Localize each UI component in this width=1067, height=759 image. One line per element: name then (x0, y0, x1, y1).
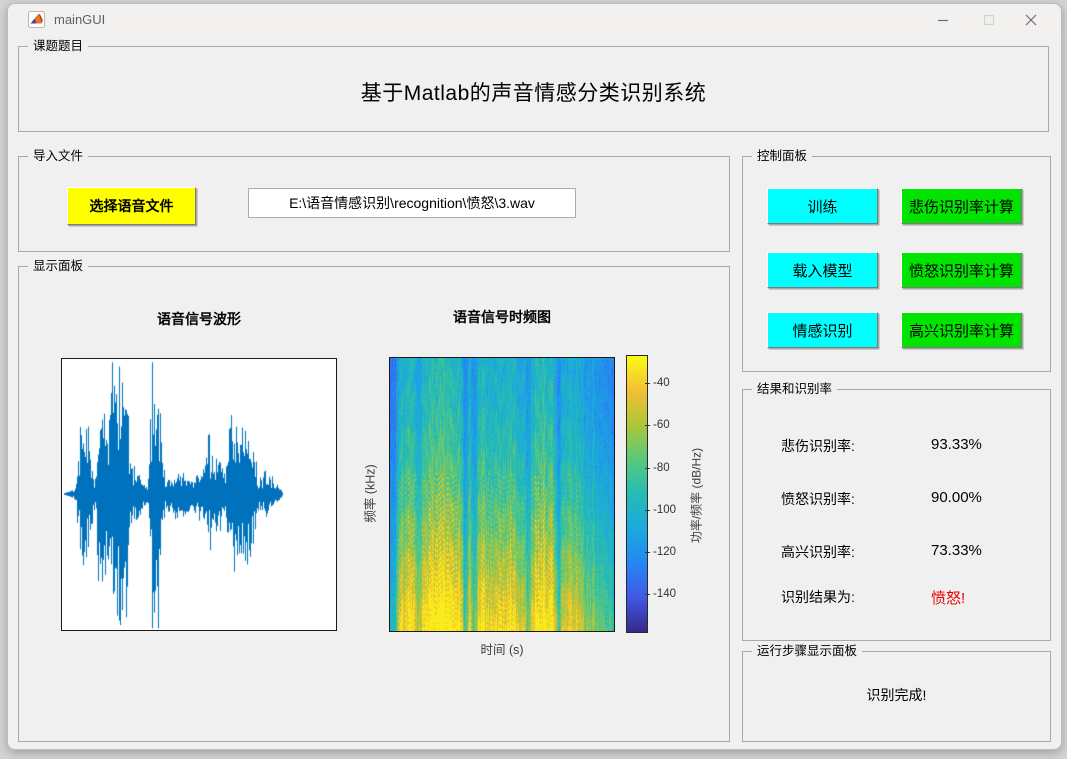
load-model-button[interactable]: 载入模型 (767, 252, 878, 288)
colorbar-tick: -40 (645, 377, 670, 389)
spectrogram-canvas (390, 358, 614, 631)
result-label: 高兴识别率: (781, 544, 855, 560)
result-label: 愤怒识别率: (781, 491, 855, 507)
waveform-plot (61, 358, 337, 631)
matlab-icon (28, 11, 45, 28)
recognition-result-value: 愤怒! (931, 590, 966, 607)
spectrogram-plot (389, 357, 615, 632)
colorbar-axis-label: 功率/频率 (dB/Hz) (689, 447, 704, 544)
angry-rate-button[interactable]: 愤怒识别率计算 (901, 252, 1022, 288)
close-icon (1025, 14, 1037, 25)
minimize-icon (938, 19, 948, 21)
result-value: 93.33% (931, 436, 982, 453)
time-axis-label: 时间 (s) (480, 643, 524, 657)
colorbar (626, 355, 648, 633)
maximize-button[interactable] (969, 4, 1009, 35)
window-title: mainGUI (54, 12, 106, 27)
select-audio-file-button[interactable]: 选择语音文件 (67, 187, 196, 225)
train-button[interactable]: 训练 (767, 188, 878, 224)
maximize-icon (983, 14, 995, 25)
steps-panel: 运行步骤显示面板 识别完成! (742, 643, 1051, 742)
result-value: 73.33% (931, 542, 982, 559)
result-row-angry: 愤怒识别率: 90.00% (743, 489, 1050, 509)
close-button[interactable] (1011, 4, 1051, 35)
colorbar-tick: -120 (644, 546, 677, 558)
status-text: 识别完成! (866, 687, 927, 703)
spectrogram-title: 语音信号时频图 (453, 309, 551, 325)
import-panel: 导入文件 选择语音文件 (18, 148, 730, 252)
results-panel: 结果和识别率 悲伤识别率: 93.33% 愤怒识别率: 90.00% 高兴识别率… (742, 381, 1051, 641)
colorbar-tick: -140 (644, 588, 677, 600)
minimize-button[interactable] (923, 4, 963, 35)
result-label: 悲伤识别率: (781, 438, 855, 454)
colorbar-tick: -100 (644, 504, 677, 516)
titlebar: mainGUI (8, 4, 1061, 35)
main-window: mainGUI 课题题目 基于Matlab的声音情感分类识别系统 导入文件 选择… (7, 3, 1062, 750)
import-panel-label: 导入文件 (28, 148, 89, 164)
happy-rate-button[interactable]: 高兴识别率计算 (901, 312, 1022, 348)
steps-panel-label: 运行步骤显示面板 (752, 643, 863, 659)
waveform-canvas (62, 359, 336, 630)
control-panel: 控制面板 训练 悲伤识别率计算 载入模型 愤怒识别率计算 情感识别 高兴识别率计… (742, 148, 1051, 372)
colorbar-tick: -60 (645, 419, 670, 431)
file-path-input[interactable] (248, 188, 576, 218)
result-row-final: 识别结果为: 愤怒! (743, 587, 1050, 607)
freq-axis-label: 频率 (kHz) (363, 464, 378, 523)
page-title: 基于Matlab的声音情感分类识别系统 (360, 82, 707, 105)
topic-panel: 课题题目 基于Matlab的声音情感分类识别系统 (18, 38, 1049, 132)
control-panel-label: 控制面板 (752, 148, 813, 164)
colorbar-tick: -80 (645, 462, 670, 474)
result-row-sad: 悲伤识别率: 93.33% (743, 436, 1050, 456)
sad-rate-button[interactable]: 悲伤识别率计算 (901, 188, 1022, 224)
result-label: 识别结果为: (781, 589, 855, 605)
display-panel-label: 显示面板 (28, 258, 89, 274)
waveform-title: 语音信号波形 (157, 311, 241, 327)
emotion-recognize-button[interactable]: 情感识别 (767, 312, 878, 348)
result-value: 90.00% (931, 489, 982, 506)
results-panel-label: 结果和识别率 (752, 381, 838, 397)
result-row-happy: 高兴识别率: 73.33% (743, 542, 1050, 562)
display-panel: 显示面板 语音信号波形 语音信号时频图 频率 (kHz) 时间 (s) -40 … (18, 258, 730, 742)
